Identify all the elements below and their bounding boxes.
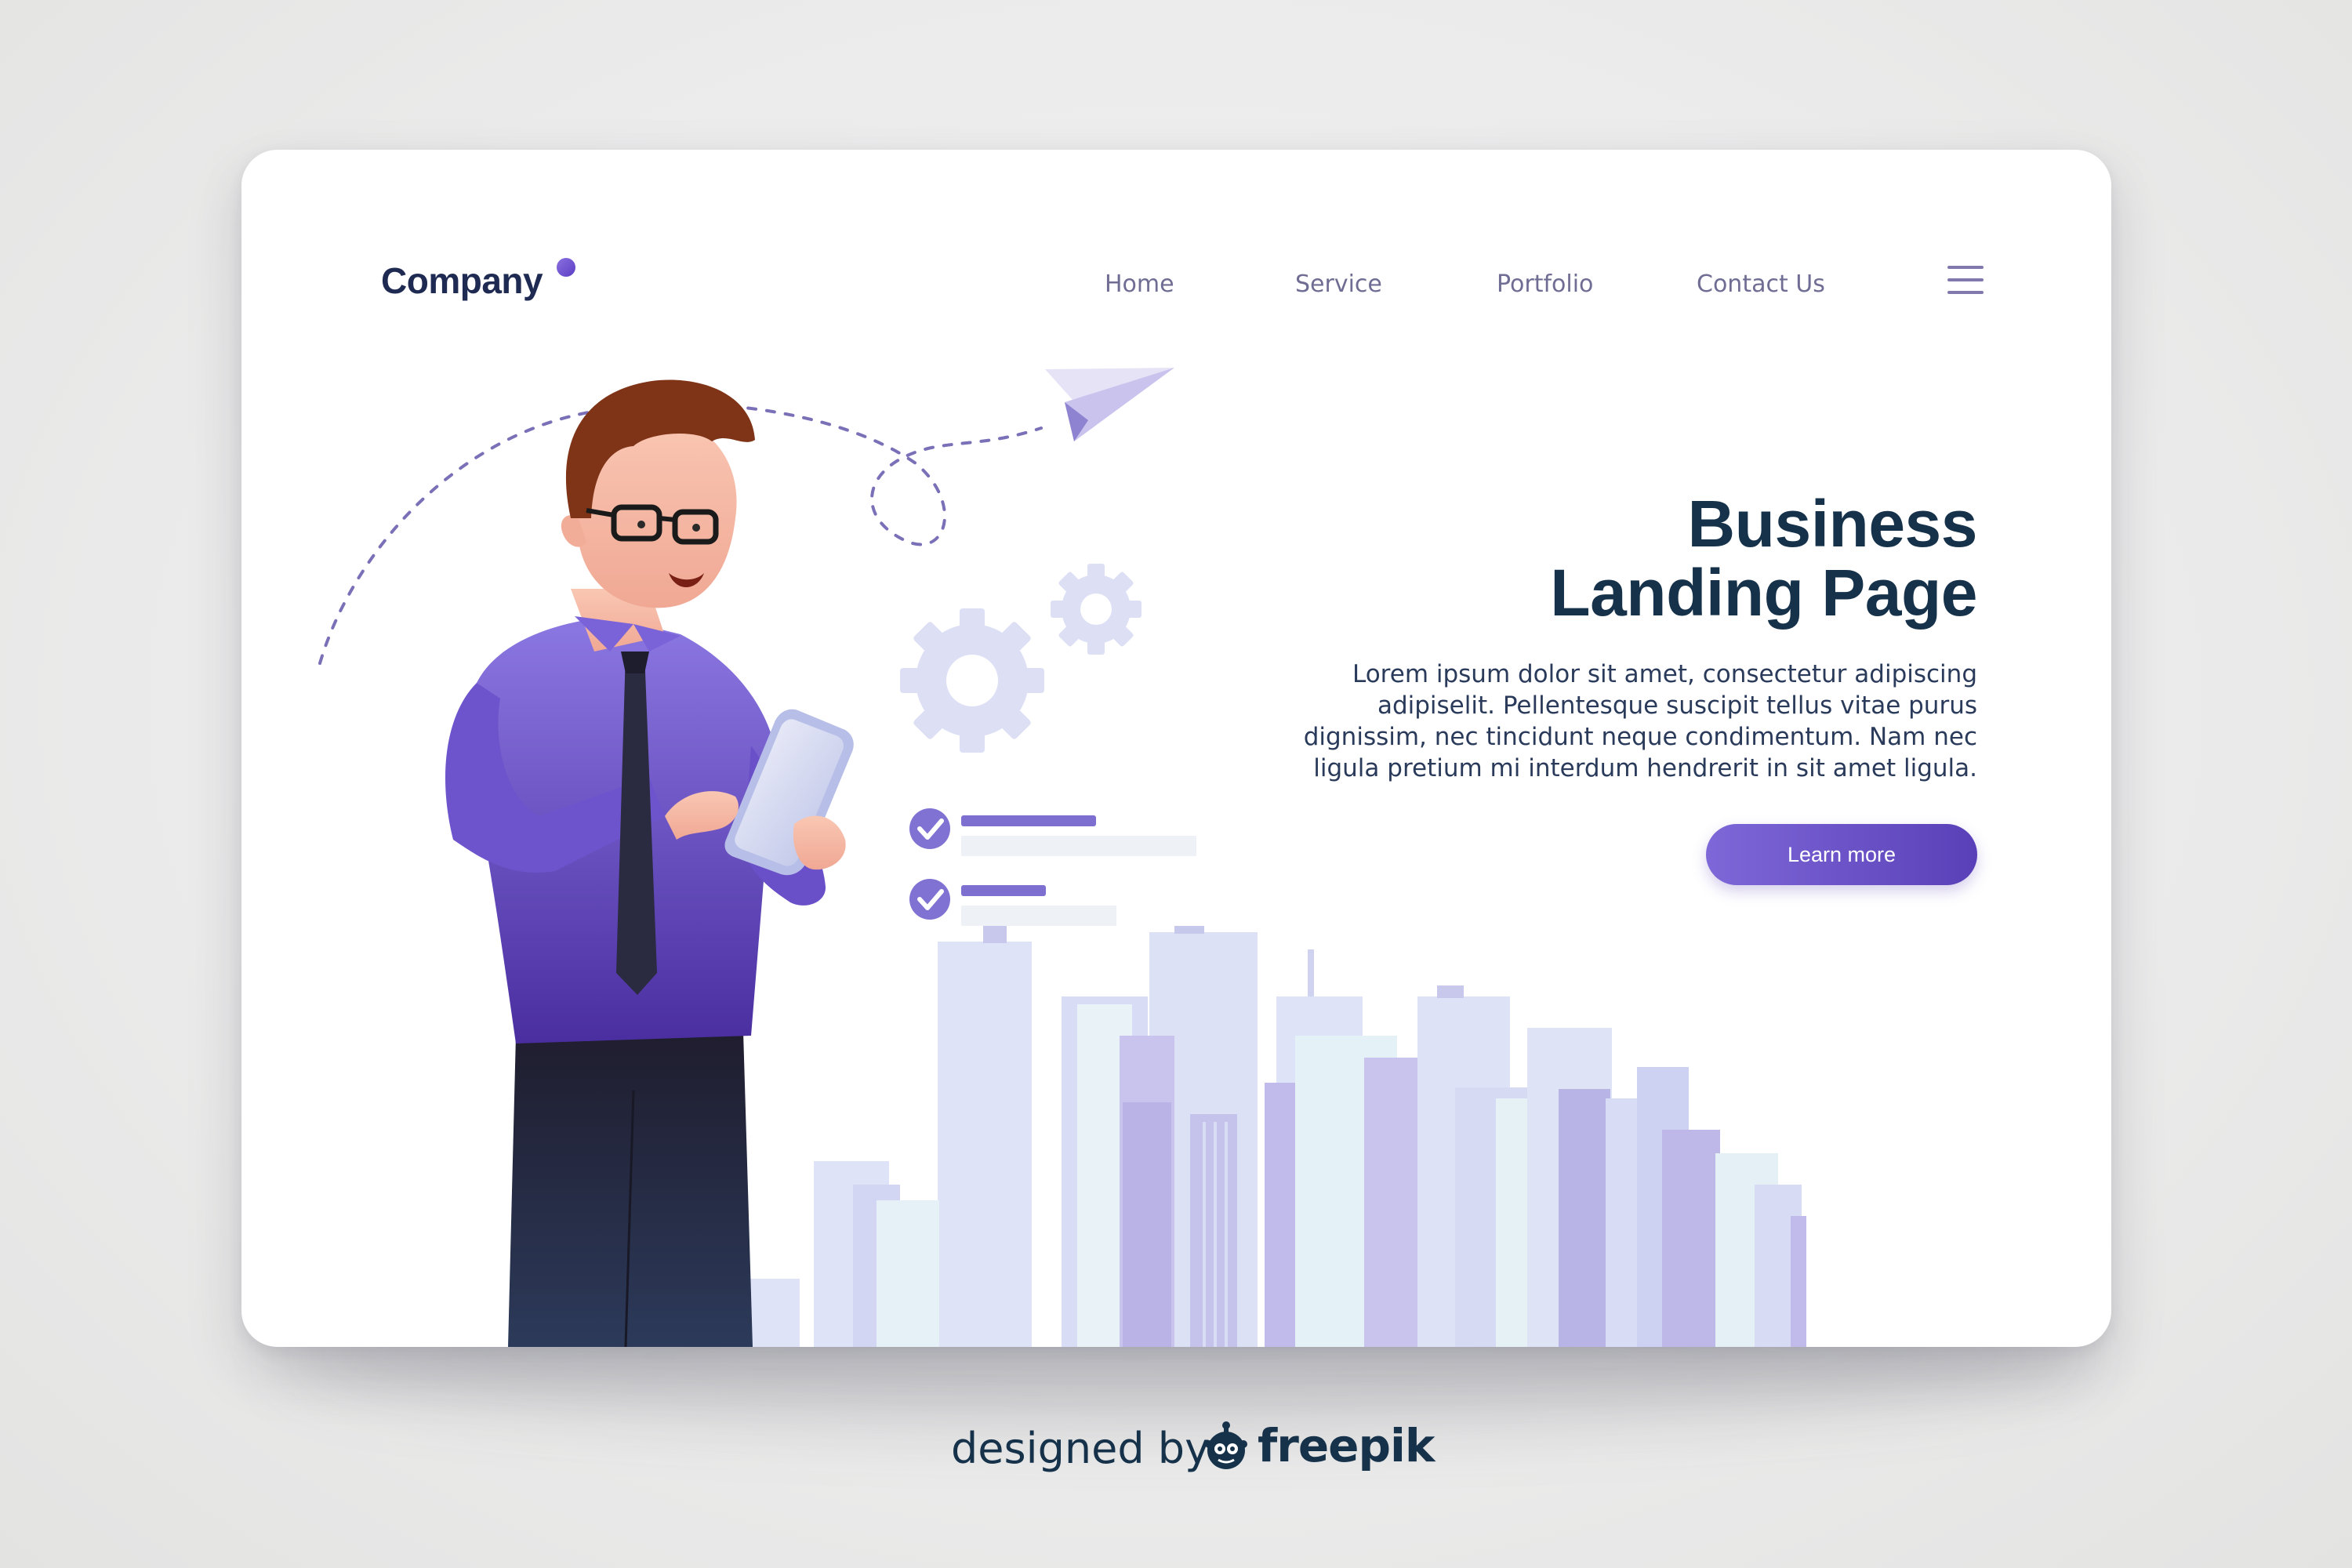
company-logo[interactable]: Company xyxy=(381,260,543,302)
gear-icon-large xyxy=(900,608,1044,753)
check-circle-icon xyxy=(909,879,950,920)
learn-more-button[interactable]: Learn more xyxy=(1706,824,1977,885)
hero-title: Business Landing Page xyxy=(1550,489,1977,627)
hero-title-line-2: Landing Page xyxy=(1550,556,1977,630)
check-circle-icon xyxy=(909,808,950,849)
landing-page-card: Company Home Service Portfolio Contact U… xyxy=(241,150,2111,1347)
nav-portfolio-link[interactable]: Portfolio xyxy=(1497,270,1593,298)
menu-bar xyxy=(1947,291,1984,294)
checklist xyxy=(909,808,1196,926)
credit-brand[interactable]: freepik xyxy=(1258,1419,1435,1472)
freepik-logo-icon xyxy=(1205,1421,1247,1469)
nav-contact-link[interactable]: Contact Us xyxy=(1697,270,1825,298)
hero-title-line-1: Business xyxy=(1687,487,1978,561)
paper-plane-icon xyxy=(1045,368,1174,441)
hamburger-menu-icon[interactable] xyxy=(1947,266,1984,296)
menu-bar xyxy=(1947,266,1984,269)
businessman-with-tablet xyxy=(445,379,854,1347)
nav-service-link[interactable]: Service xyxy=(1295,270,1382,298)
menu-bar xyxy=(1947,278,1984,281)
gear-icon-small xyxy=(1051,564,1142,655)
logo-dot-icon xyxy=(557,258,575,277)
hero-description: Lorem ipsum dolor sit amet, consectetur … xyxy=(1303,660,1977,782)
city-skyline xyxy=(696,926,1806,1347)
credit-prefix: designed by xyxy=(951,1424,1210,1473)
nav-home-link[interactable]: Home xyxy=(1105,270,1174,298)
